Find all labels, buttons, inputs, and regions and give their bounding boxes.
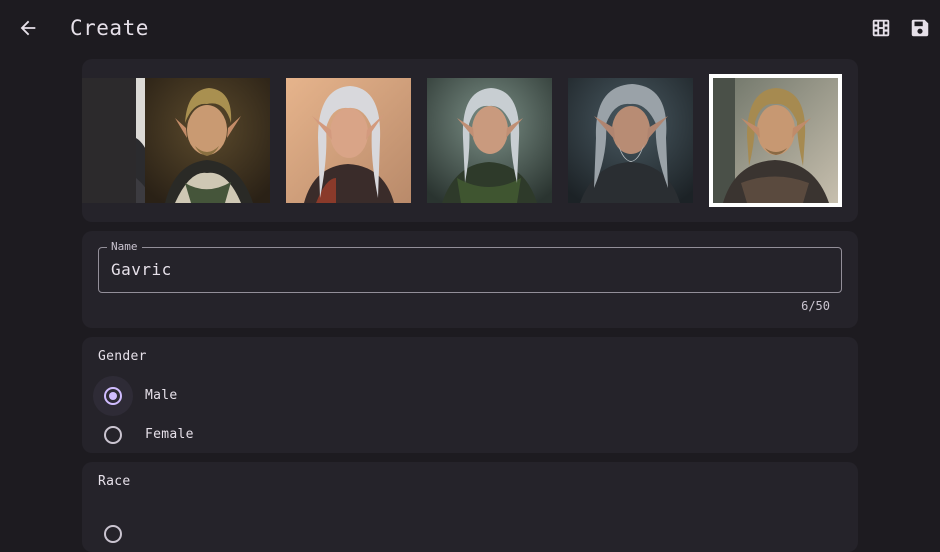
race-card: Race [82, 462, 858, 552]
gender-card: Gender Male Female [82, 337, 858, 453]
race-label: Race [98, 474, 131, 489]
radio-option-race[interactable] [98, 518, 398, 550]
top-app-bar: Create [0, 0, 940, 56]
name-field-value[interactable]: Gavric [111, 260, 172, 280]
character-counter: 6/50 [801, 299, 830, 313]
portrait-thumbnail-selected[interactable] [709, 74, 842, 207]
portrait-thumbnail[interactable] [145, 78, 270, 203]
portrait-thumbnail[interactable] [568, 78, 693, 203]
gender-label: Gender [98, 349, 147, 364]
portrait-carousel[interactable] [82, 59, 858, 222]
name-card: Name Gavric 6/50 [82, 231, 858, 328]
save-disk-icon [911, 19, 929, 37]
page-title: Create [70, 16, 149, 40]
name-field-label: Name [107, 240, 142, 254]
save-button[interactable] [907, 15, 933, 41]
radio-label-male: Male [145, 388, 178, 403]
radio-option-male[interactable]: Male [93, 376, 398, 416]
arrow-left-icon [20, 20, 36, 36]
name-field[interactable]: Name Gavric [98, 240, 842, 293]
back-button[interactable] [14, 14, 42, 42]
portrait-thumbnail[interactable] [286, 78, 411, 203]
radio-label-female: Female [145, 427, 194, 442]
radio-button[interactable] [104, 426, 122, 444]
radio-dot [109, 392, 117, 400]
radio-button-checked[interactable] [104, 387, 122, 405]
gallery-button[interactable] [868, 15, 894, 41]
portrait-thumbnail[interactable] [427, 78, 552, 203]
radio-option-female[interactable]: Female [98, 419, 398, 451]
radio-button[interactable] [104, 525, 122, 543]
film-grid-icon [872, 19, 890, 37]
